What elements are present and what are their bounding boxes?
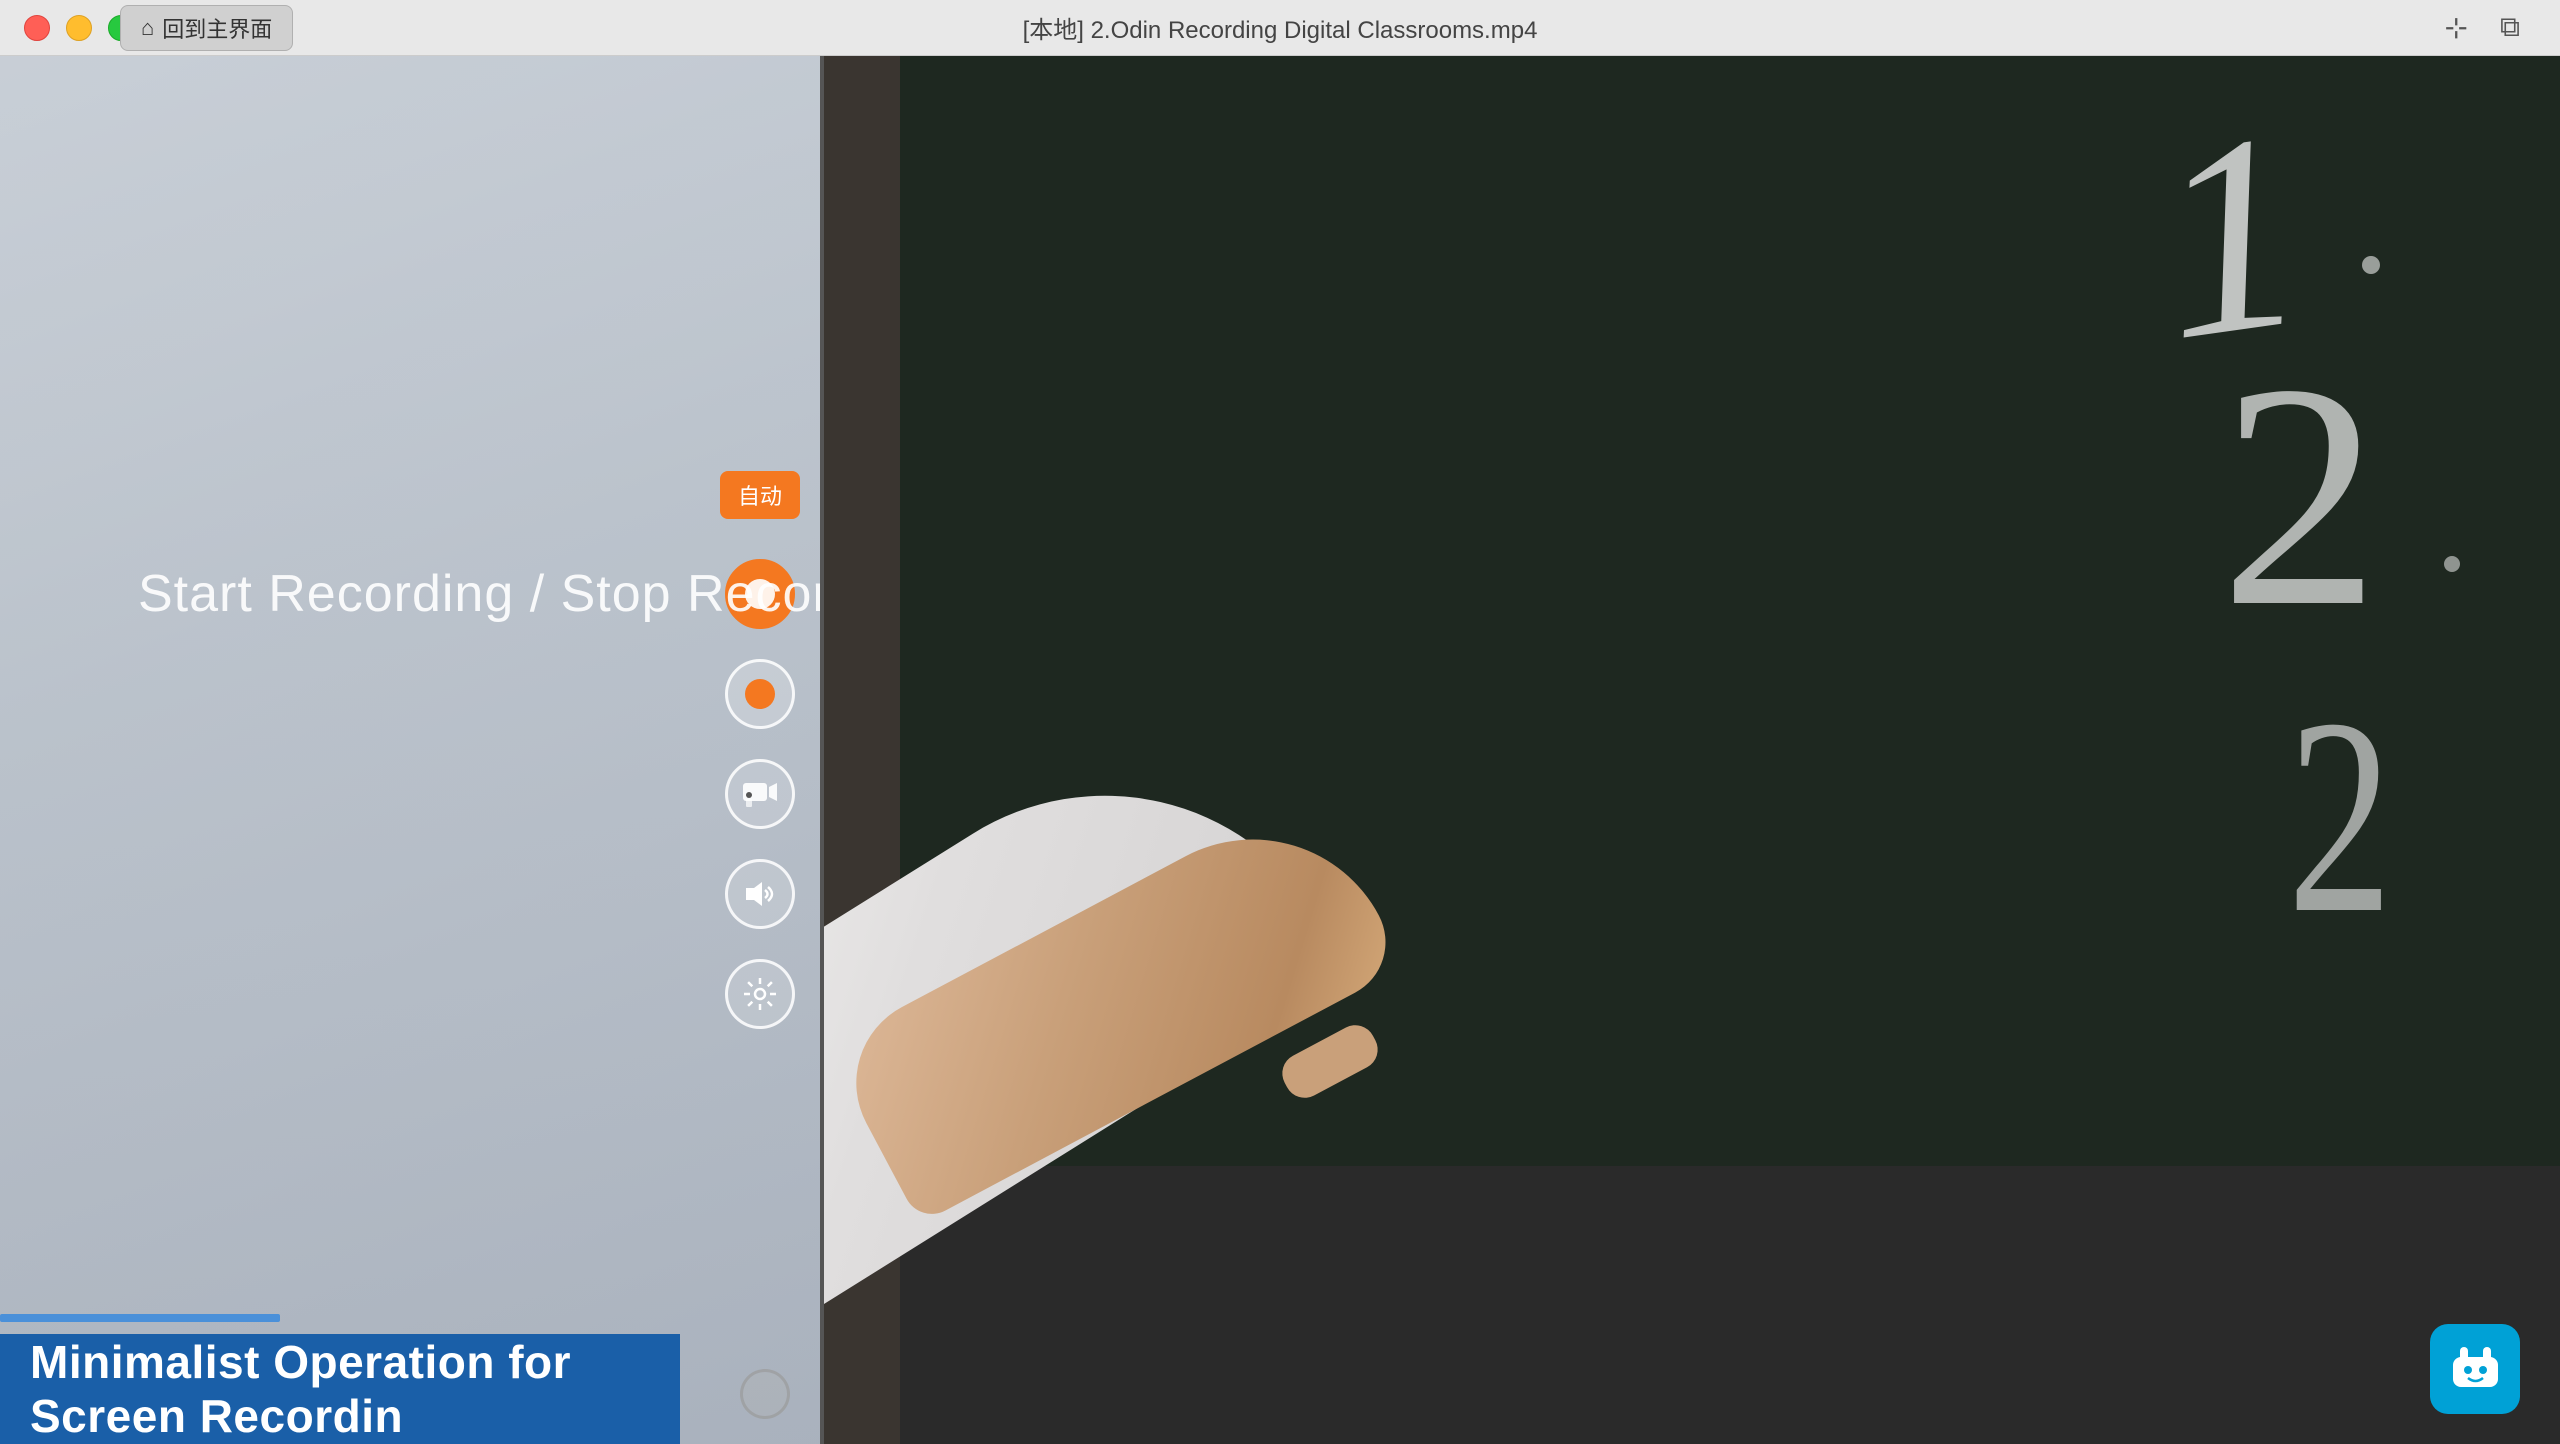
- back-button[interactable]: ⌂ 回到主界面: [120, 5, 293, 51]
- titlebar-actions: ⊹ ⧉: [2445, 11, 2520, 44]
- volume-icon: [742, 876, 778, 912]
- back-button-label: 回到主界面: [162, 12, 272, 44]
- bilibili-icon[interactable]: [2430, 1324, 2520, 1414]
- settings-icon: [742, 976, 778, 1012]
- wall-strip: [820, 56, 900, 1444]
- pip-icon[interactable]: ⧉: [2500, 11, 2520, 44]
- home-icon: ⌂: [141, 15, 154, 41]
- record-toggle-button[interactable]: Start Recording / Stop Recording: [725, 559, 795, 629]
- titlebar-controls: [24, 15, 134, 41]
- chalk-number-2a: 2: [2220, 336, 2380, 656]
- sidebar-toolbar: 自动 Start Recording / Stop Recording: [720, 471, 800, 1029]
- tooltip-label: Start Recording / Stop Recording: [138, 564, 820, 624]
- minimize-button[interactable]: [66, 15, 92, 41]
- video-source-icon: [741, 775, 779, 813]
- window-title: [本地] 2.Odin Recording Digital Classrooms…: [1023, 10, 1538, 45]
- chalk-writing: 1 2 2: [900, 56, 2560, 1166]
- play-icon: [2448, 1342, 2503, 1397]
- caption-text: Minimalist Operation for Screen Recordin: [30, 1335, 650, 1443]
- video-source-button[interactable]: [725, 759, 795, 829]
- caption-text-box: Minimalist Operation for Screen Recordin: [0, 1334, 680, 1444]
- close-button[interactable]: [24, 15, 50, 41]
- chalk-dot-1: [2362, 256, 2380, 274]
- auto-badge[interactable]: 自动: [720, 471, 800, 519]
- video-container: 自动 Start Recording / Stop Recording: [0, 56, 2560, 1444]
- record-dot-button[interactable]: [725, 659, 795, 729]
- titlebar: ⌂ 回到主界面 [本地] 2.Odin Recording Digital Cl…: [0, 0, 2560, 56]
- bottom-circle-indicator: [740, 1369, 790, 1419]
- blackboard: 1 2 2: [900, 56, 2560, 1166]
- bookmark-icon[interactable]: ⊹: [2445, 11, 2468, 44]
- video-left-panel: 自动 Start Recording / Stop Recording: [0, 56, 820, 1444]
- panel-separator: [820, 56, 824, 1444]
- chalk-number-2b: 2: [2288, 676, 2393, 956]
- caption-bar: Minimalist Operation for Screen Recordin: [0, 1314, 820, 1444]
- chalk-dot-2: [2444, 556, 2460, 572]
- volume-button[interactable]: [725, 859, 795, 929]
- left-overlay: [0, 56, 820, 1444]
- record-dot-indicator: [745, 679, 775, 709]
- caption-progress-bar: [0, 1314, 280, 1322]
- video-right-panel: 1 2 2: [820, 56, 2560, 1444]
- settings-button[interactable]: [725, 959, 795, 1029]
